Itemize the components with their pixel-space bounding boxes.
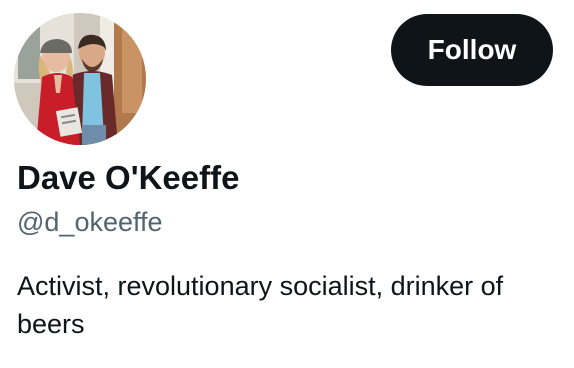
profile-photo-icon (14, 13, 146, 145)
display-name[interactable]: Dave O'Keeffe (17, 158, 239, 198)
profile-bio: Activist, revolutionary socialist, drink… (17, 271, 504, 339)
profile-card: Follow Dave O'Keeffe @d_okeeffe Activist… (0, 0, 574, 368)
avatar[interactable] (14, 13, 146, 145)
user-handle[interactable]: @d_okeeffe (17, 205, 163, 239)
follow-button[interactable]: Follow (391, 14, 553, 86)
